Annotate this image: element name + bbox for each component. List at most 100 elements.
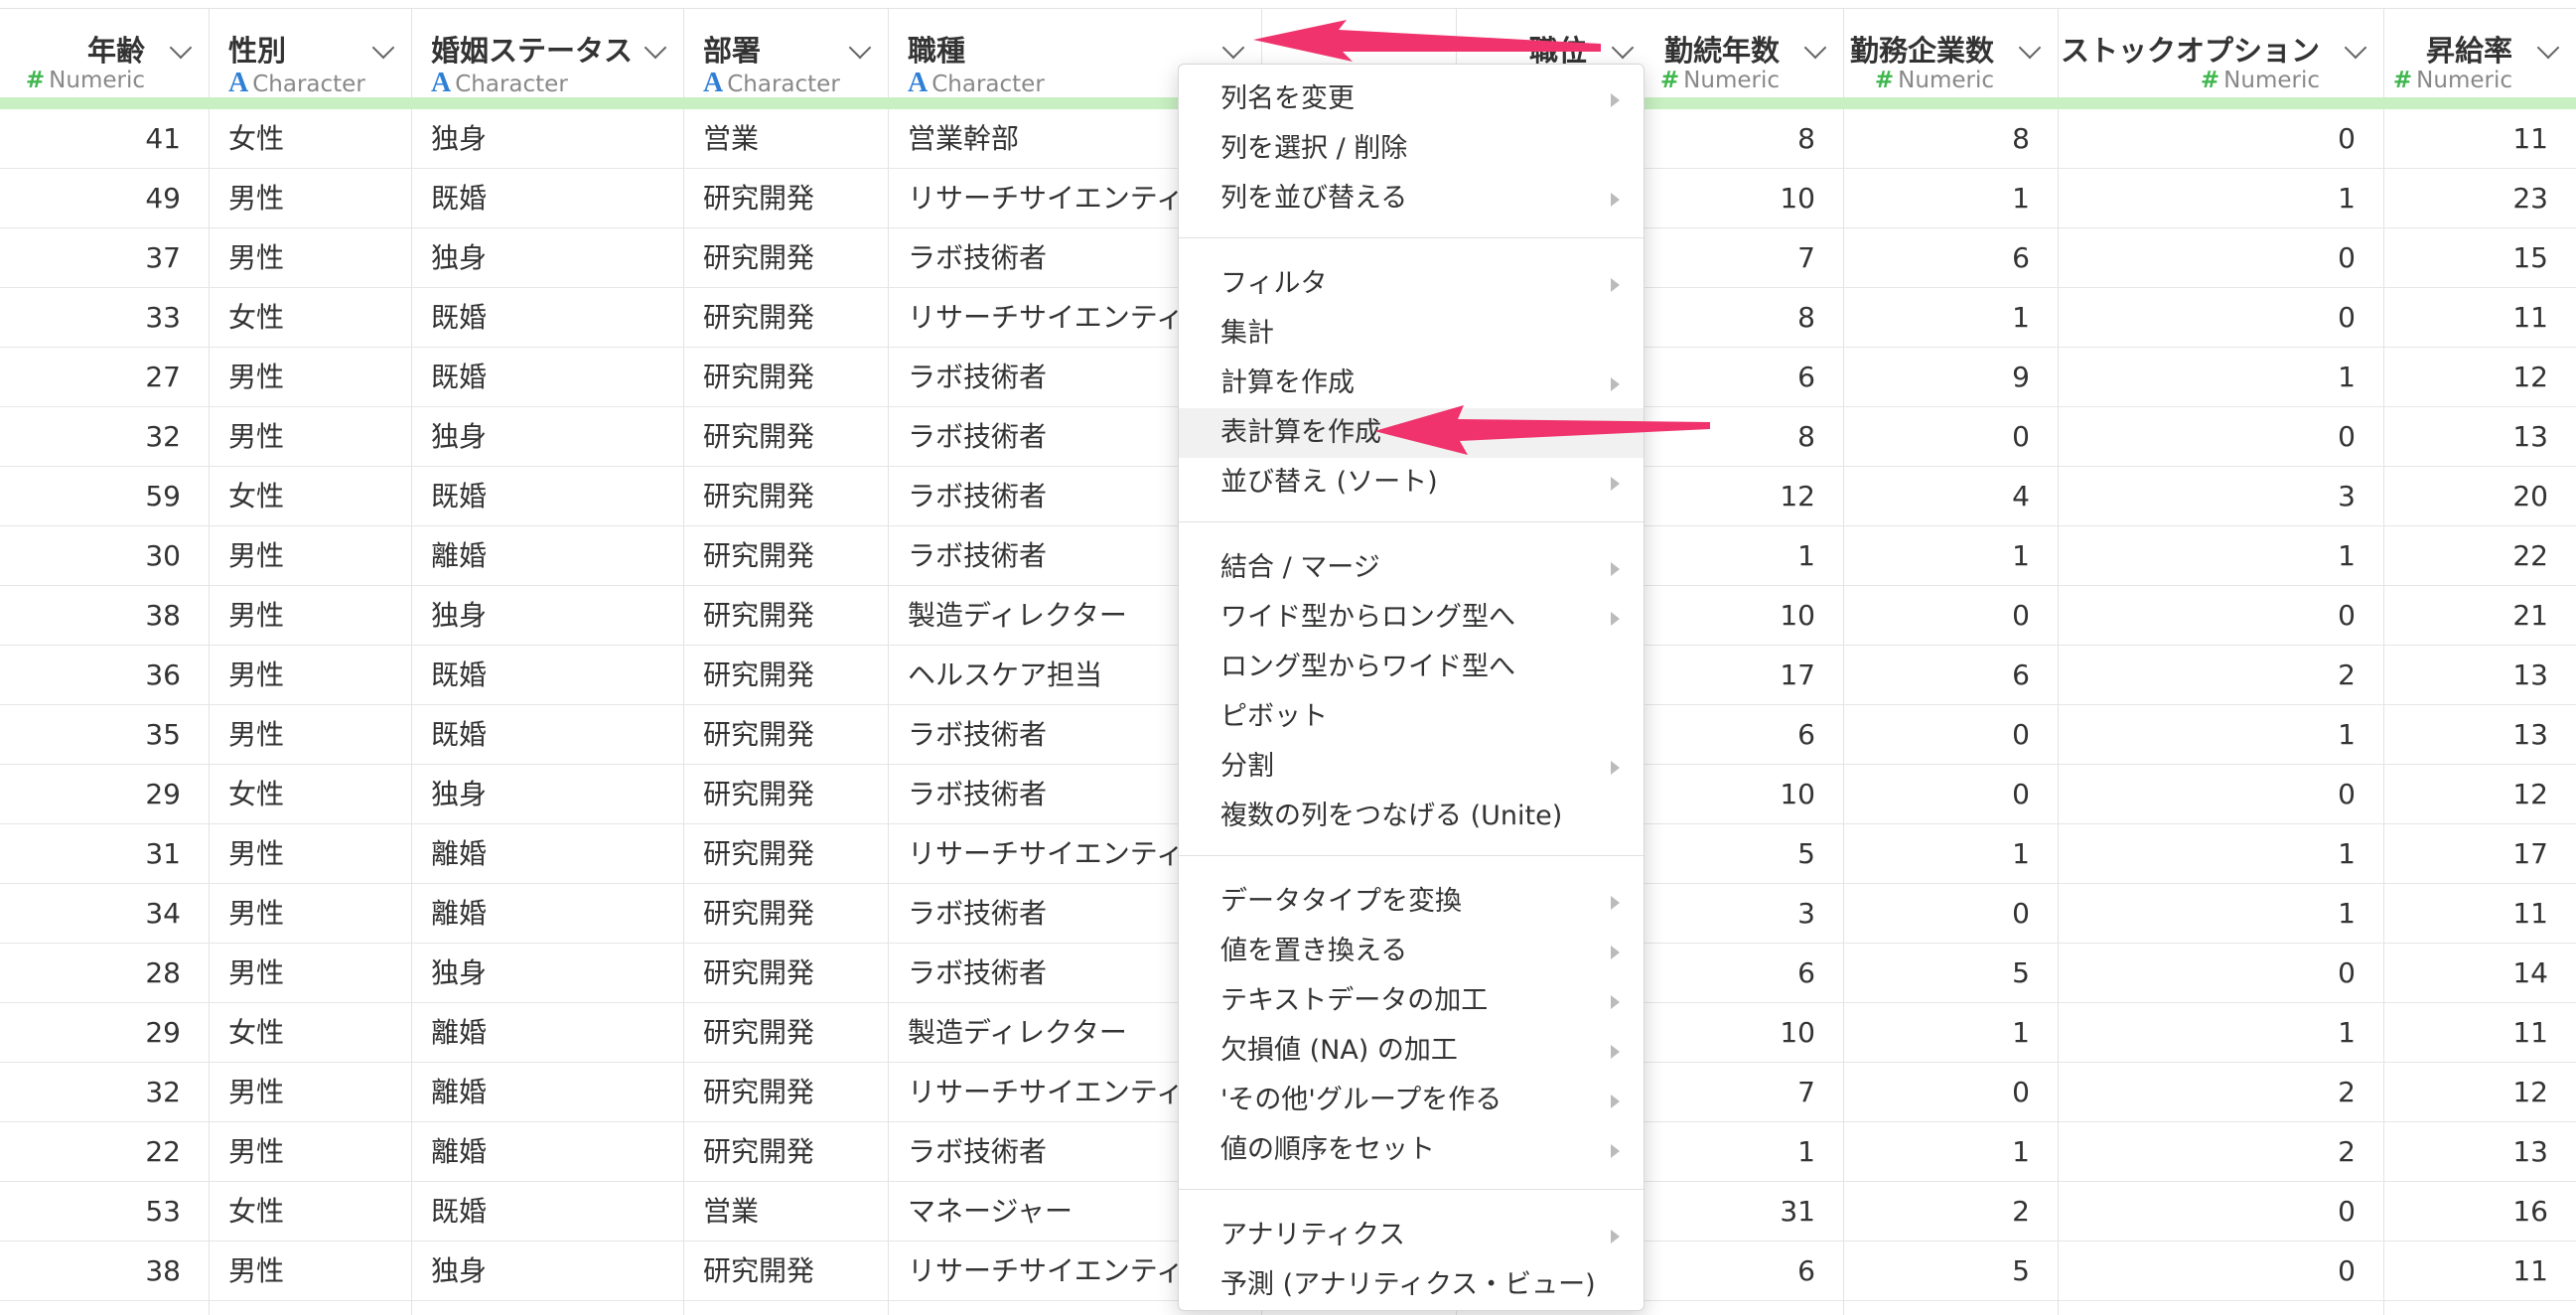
table-cell[interactable]: 離婚 (431, 884, 679, 944)
table-cell[interactable]: 離婚 (431, 824, 679, 884)
chevron-down-icon[interactable] (2018, 36, 2042, 60)
table-cell[interactable]: 研究開発 (703, 526, 884, 586)
table-cell[interactable]: 12 (2383, 348, 2548, 407)
table-cell[interactable]: 49 (0, 169, 181, 228)
table-cell[interactable]: 独身 (431, 407, 679, 467)
table-cell[interactable]: 8 (1843, 109, 2030, 169)
table-cell[interactable]: 35 (0, 705, 181, 765)
menu-item[interactable]: 分割 (1179, 742, 1644, 792)
table-cell[interactable]: 22 (0, 1122, 181, 1182)
table-cell[interactable]: 既婚 (431, 348, 679, 407)
table-cell[interactable]: 13 (2383, 646, 2548, 705)
table-cell[interactable]: 0 (2058, 407, 2356, 467)
table-cell[interactable]: 男性 (228, 944, 407, 1003)
table-cell[interactable]: 1 (2058, 705, 2356, 765)
table-cell[interactable]: 8 (1645, 407, 1815, 467)
column-header[interactable]: 年齢 # Numeric (0, 8, 209, 103)
menu-item[interactable]: ピボット (1179, 692, 1644, 742)
table-cell[interactable]: 独身 (431, 109, 679, 169)
table-cell[interactable]: 営業 (703, 109, 884, 169)
table-cell[interactable]: 23 (2383, 169, 2548, 228)
table-cell[interactable]: 0 (1843, 765, 2030, 824)
table-cell[interactable]: 6 (1645, 705, 1815, 765)
table-cell[interactable]: 31 (0, 824, 181, 884)
table-cell[interactable]: 研究開発 (703, 824, 884, 884)
table-cell[interactable]: 離婚 (431, 1063, 679, 1122)
table-cell[interactable]: 13 (2383, 407, 2548, 467)
table-cell[interactable]: 独身 (431, 944, 679, 1003)
table-cell[interactable]: 男性 (228, 407, 407, 467)
table-cell[interactable]: 独身 (431, 586, 679, 646)
table-cell[interactable]: 0 (2058, 944, 2356, 1003)
table-cell[interactable]: 1 (2058, 1003, 2356, 1063)
table-cell[interactable]: 15 (2383, 228, 2548, 288)
chevron-down-icon[interactable] (169, 36, 193, 60)
table-cell[interactable]: 41 (0, 109, 181, 169)
table-cell[interactable]: 男性 (228, 705, 407, 765)
table-cell[interactable]: 37 (0, 228, 181, 288)
table-cell[interactable]: 研究開発 (703, 348, 884, 407)
table-cell[interactable]: 既婚 (431, 646, 679, 705)
table-cell[interactable]: 0 (1843, 586, 2030, 646)
table-cell[interactable]: 1 (1645, 526, 1815, 586)
menu-item[interactable]: 列名を変更 (1179, 74, 1644, 124)
table-cell[interactable]: 営業 (703, 1182, 884, 1242)
table-cell[interactable]: 2 (2058, 1063, 2356, 1122)
table-cell[interactable]: 男性 (228, 169, 407, 228)
table-cell[interactable]: 10 (1645, 1003, 1815, 1063)
table-cell[interactable]: 研究開発 (703, 1122, 884, 1182)
table-cell[interactable]: 離婚 (431, 1122, 679, 1182)
chevron-down-icon[interactable] (1803, 36, 1827, 60)
column-header[interactable]: 性別 A Character (209, 8, 411, 103)
table-cell[interactable]: 2 (1843, 1182, 2030, 1242)
table-cell[interactable]: 13 (2383, 1122, 2548, 1182)
table-cell[interactable]: 研究開発 (703, 944, 884, 1003)
table-cell[interactable]: 11 (2383, 1003, 2548, 1063)
table-cell[interactable]: 男性 (228, 1122, 407, 1182)
table-cell[interactable]: 0 (1843, 1063, 2030, 1122)
table-cell[interactable]: 研究開発 (703, 467, 884, 526)
table-cell[interactable]: 女性 (228, 765, 407, 824)
table-cell[interactable]: 11 (2383, 109, 2548, 169)
table-cell[interactable]: 0 (2058, 765, 2356, 824)
table-cell[interactable]: 1 (2058, 348, 2356, 407)
table-cell[interactable]: 22 (2383, 526, 2548, 586)
table-cell[interactable]: 28 (0, 944, 181, 1003)
menu-item[interactable]: テキストデータの加工 (1179, 976, 1644, 1026)
table-cell[interactable]: 既婚 (431, 288, 679, 348)
table-cell[interactable]: 34 (0, 884, 181, 944)
menu-item[interactable]: 並び替え (ソート) (1179, 458, 1644, 508)
table-cell[interactable]: 30 (0, 526, 181, 586)
chevron-down-icon[interactable] (2344, 36, 2367, 60)
table-cell[interactable]: 研究開発 (703, 407, 884, 467)
menu-item[interactable]: 列を選択 / 削除 (1179, 124, 1644, 174)
table-cell[interactable]: 研究開発 (703, 884, 884, 944)
table-cell[interactable]: 13 (2383, 705, 2548, 765)
table-cell[interactable]: 10 (1645, 765, 1815, 824)
table-cell[interactable]: 1 (1843, 824, 2030, 884)
menu-item[interactable]: 計算を作成 (1179, 359, 1644, 408)
table-cell[interactable]: 男性 (228, 884, 407, 944)
menu-item[interactable]: 欠損値 (NA) の加工 (1179, 1026, 1644, 1076)
chevron-down-icon[interactable] (1221, 36, 1245, 60)
table-cell[interactable]: 研究開発 (703, 288, 884, 348)
table-cell[interactable]: 1 (1843, 526, 2030, 586)
table-cell[interactable]: 7 (1645, 228, 1815, 288)
table-cell[interactable]: 12 (2383, 1063, 2548, 1122)
menu-item[interactable]: 結合 / マージ (1179, 543, 1644, 593)
table-cell[interactable]: 離婚 (431, 1003, 679, 1063)
table-cell[interactable]: 離婚 (431, 526, 679, 586)
table-cell[interactable]: 12 (1645, 467, 1815, 526)
table-cell[interactable]: 男性 (228, 1242, 407, 1301)
table-cell[interactable]: 独身 (431, 1242, 679, 1301)
menu-item[interactable]: 予測 (アナリティクス・ビュー) (1179, 1260, 1644, 1310)
table-cell[interactable]: 既婚 (431, 169, 679, 228)
table-cell[interactable]: 研究開発 (703, 1063, 884, 1122)
table-cell[interactable]: 29 (0, 765, 181, 824)
chevron-down-icon[interactable] (1611, 36, 1635, 60)
chevron-down-icon[interactable] (371, 36, 395, 60)
table-cell[interactable]: 研究開発 (703, 646, 884, 705)
table-cell[interactable]: 2 (2058, 646, 2356, 705)
table-cell[interactable]: 既婚 (431, 467, 679, 526)
table-cell[interactable]: 3 (1645, 884, 1815, 944)
